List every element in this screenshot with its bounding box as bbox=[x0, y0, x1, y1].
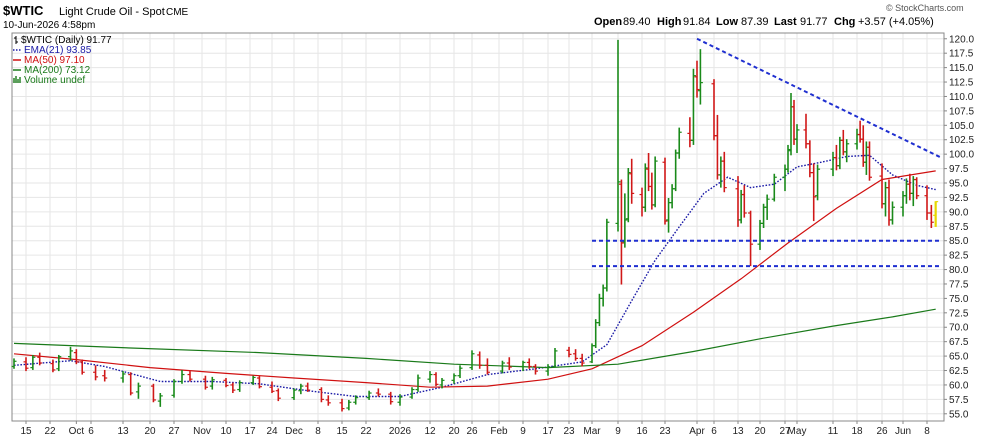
x-tick-label: 22 bbox=[360, 426, 372, 437]
x-tick-label: Feb bbox=[490, 426, 508, 437]
x-tick-label: Dec bbox=[285, 426, 303, 437]
y-tick-label: 115.0 bbox=[949, 63, 974, 74]
y-tick-label: 65.0 bbox=[949, 352, 969, 363]
chg-label: Chg bbox=[834, 16, 855, 28]
x-tick-label: Nov bbox=[193, 426, 211, 437]
y-tick-label: 120.0 bbox=[949, 34, 974, 45]
x-tick-label: 16 bbox=[636, 426, 648, 437]
x-tick-label: 9 bbox=[615, 426, 621, 437]
x-tick-label: 13 bbox=[732, 426, 744, 437]
x-tick-label: 23 bbox=[659, 426, 671, 437]
y-tick-label: 107.5 bbox=[949, 106, 974, 117]
x-tick-label: 22 bbox=[44, 426, 56, 437]
y-tick-label: 102.5 bbox=[949, 135, 974, 146]
x-tick-label: 2026 bbox=[389, 426, 412, 437]
x-tick-label: Oct bbox=[69, 426, 85, 437]
watermark: © StockCharts.com bbox=[886, 3, 964, 13]
y-tick-label: 90.0 bbox=[949, 207, 969, 218]
y-tick-label: 72.5 bbox=[949, 308, 969, 319]
y-tick-label: 67.5 bbox=[949, 337, 969, 348]
x-tick-label: 20 bbox=[448, 426, 460, 437]
exchange-label: CME bbox=[166, 7, 189, 18]
y-tick-label: 95.0 bbox=[949, 179, 969, 190]
x-tick-label: 20 bbox=[754, 426, 766, 437]
x-tick-label: 15 bbox=[336, 426, 348, 437]
x-tick-label: 8 bbox=[315, 426, 321, 437]
x-tick-label: 11 bbox=[828, 426, 839, 437]
last-value: 91.77 bbox=[800, 16, 828, 28]
date-time-label: 10-Jun-2026 4:58pm bbox=[3, 20, 95, 31]
y-tick-label: 105.0 bbox=[949, 121, 974, 132]
x-tick-label: 15 bbox=[20, 426, 32, 437]
y-tick-label: 55.0 bbox=[949, 409, 969, 420]
y-tick-label: 117.5 bbox=[949, 49, 974, 60]
y-tick-label: 112.5 bbox=[949, 78, 974, 89]
legend-item-volume: Volume undef bbox=[13, 75, 85, 86]
y-tick-label: 110.0 bbox=[949, 92, 974, 103]
y-tick-label: 100.0 bbox=[949, 150, 974, 161]
y-tick-label: 82.5 bbox=[949, 251, 969, 262]
y-tick-label: 97.5 bbox=[949, 164, 969, 175]
y-tick-label: 77.5 bbox=[949, 279, 969, 290]
last-label: Last bbox=[774, 16, 797, 28]
chg-value: +3.57 (+4.05%) bbox=[858, 16, 934, 28]
x-tick-label: May bbox=[788, 426, 807, 437]
x-tick-label: 26 bbox=[466, 426, 478, 437]
y-tick-label: 57.5 bbox=[949, 395, 969, 406]
x-tick-label: 13 bbox=[117, 426, 129, 437]
x-tick-label: 17 bbox=[542, 426, 554, 437]
x-tick-label: 20 bbox=[144, 426, 156, 437]
open-value: 89.40 bbox=[623, 16, 651, 28]
high-label: High bbox=[657, 16, 682, 28]
x-tick-label: 6 bbox=[88, 426, 94, 437]
y-tick-label: 80.0 bbox=[949, 265, 969, 276]
x-tick-label: 24 bbox=[266, 426, 278, 437]
x-tick-label: 10 bbox=[220, 426, 232, 437]
y-tick-label: 75.0 bbox=[949, 294, 969, 305]
x-tick-label: 17 bbox=[244, 426, 256, 437]
stock-chart: 55.0 57.5 60.0 62.5 65.0 67.5 70.0 72.5 75.0 77.5… bbox=[0, 0, 990, 438]
legend-label-volume: Volume undef bbox=[24, 75, 85, 86]
y-tick-label: 62.5 bbox=[949, 366, 969, 377]
x-tick-label: 6 bbox=[711, 426, 717, 437]
x-tick-label: 26 bbox=[876, 426, 888, 437]
x-tick-label: Jun bbox=[895, 426, 911, 437]
y-tick-label: 70.0 bbox=[949, 323, 969, 334]
x-tick-label: 27 bbox=[168, 426, 180, 437]
symbol-label: $WTIC bbox=[3, 3, 44, 18]
y-tick-label: 87.5 bbox=[949, 222, 969, 233]
x-tick-label: Apr bbox=[689, 426, 705, 437]
x-tick-label: Mar bbox=[583, 426, 601, 437]
y-tick-label: 85.0 bbox=[949, 236, 969, 247]
x-tick-label: 9 bbox=[520, 426, 526, 437]
low-value: 87.39 bbox=[741, 16, 769, 28]
y-tick-label: 92.5 bbox=[949, 193, 969, 204]
x-tick-label: 8 bbox=[924, 426, 930, 437]
instrument-name: Light Crude Oil - Spot bbox=[59, 6, 165, 18]
high-value: 91.84 bbox=[683, 16, 711, 28]
x-tick-label: 23 bbox=[563, 426, 575, 437]
open-label: Open bbox=[594, 16, 622, 28]
x-tick-label: 12 bbox=[424, 426, 436, 437]
chart-background bbox=[0, 0, 990, 438]
chart-root: 55.0 57.5 60.0 62.5 65.0 67.5 70.0 72.5 75.0 77.5… bbox=[0, 0, 990, 438]
x-tick-label: 18 bbox=[851, 426, 863, 437]
y-tick-label: 60.0 bbox=[949, 380, 969, 391]
low-label: Low bbox=[716, 16, 738, 28]
